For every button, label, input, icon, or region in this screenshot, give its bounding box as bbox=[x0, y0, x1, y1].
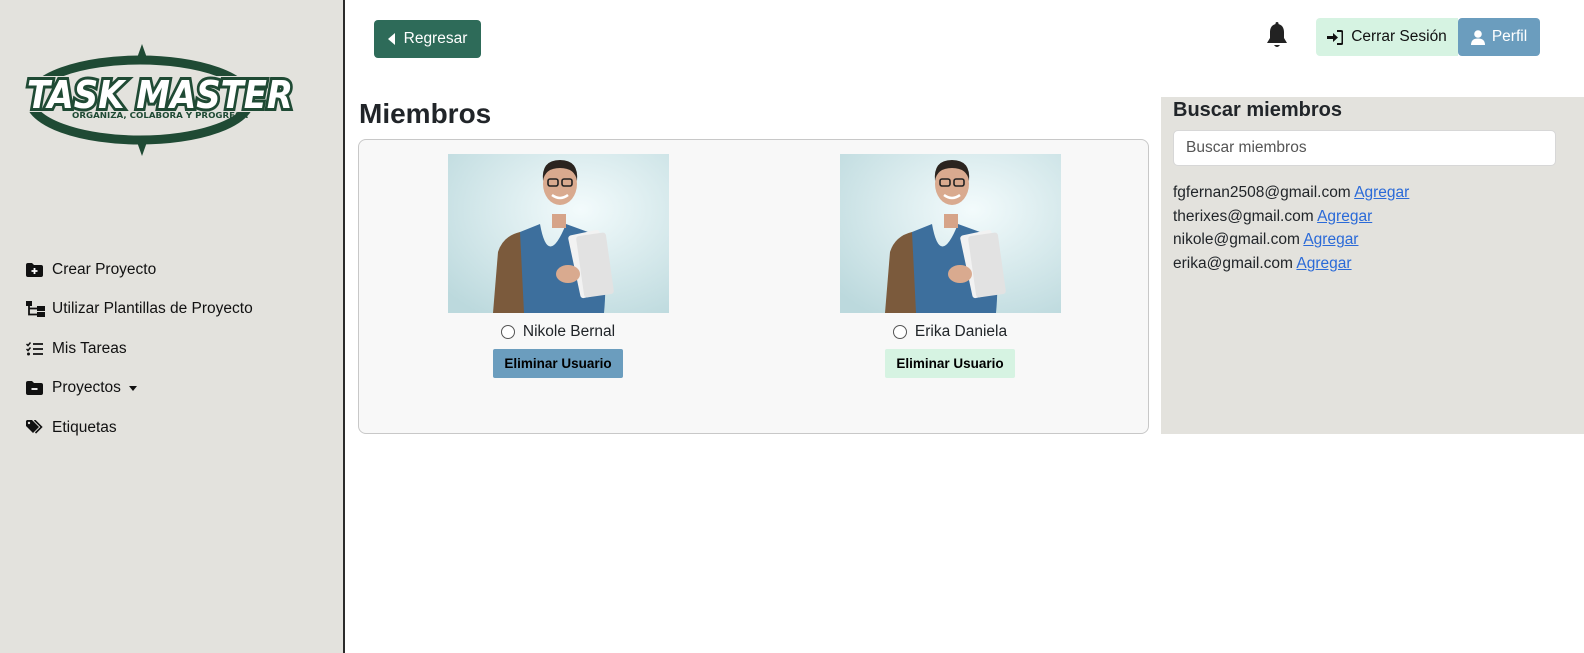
search-result-item: therixes@gmail.com Agregar bbox=[1173, 208, 1409, 232]
svg-text:ORGANIZA, COLABORA Y PROGRESA: ORGANIZA, COLABORA Y PROGRESA bbox=[72, 111, 248, 120]
result-email: therixes@gmail.com bbox=[1173, 207, 1314, 225]
sidebar-item-mis-tareas[interactable]: Mis Tareas bbox=[26, 329, 253, 369]
profile-button[interactable]: Perfil bbox=[1458, 18, 1540, 56]
back-button-label: Regresar bbox=[403, 30, 468, 47]
folder-plus-icon bbox=[26, 262, 46, 278]
task-master-logo[interactable]: TASK MASTER ORGANIZA, COLABORA Y PROGRES… bbox=[22, 42, 302, 160]
remove-user-button[interactable]: Eliminar Usuario bbox=[493, 349, 623, 378]
member-card: Erika Daniela Eliminar Usuario bbox=[839, 154, 1061, 378]
sidebar-item-crear-proyecto[interactable]: Crear Proyecto bbox=[26, 250, 253, 290]
member-name: Nikole Bernal bbox=[522, 323, 616, 340]
sitemap-icon bbox=[26, 301, 46, 318]
sidebar-item-proyectos[interactable]: Proyectos bbox=[26, 369, 253, 409]
back-button[interactable]: Regresar bbox=[374, 20, 481, 58]
member-name-row: Nikole Bernal bbox=[500, 323, 616, 341]
search-panel-title: Buscar miembros bbox=[1173, 99, 1342, 121]
sidebar-item-label: Etiquetas bbox=[52, 418, 117, 436]
search-result-item: erika@gmail.com Agregar bbox=[1173, 255, 1409, 279]
list-check-icon bbox=[26, 341, 46, 357]
member-name-row: Erika Daniela bbox=[892, 323, 1008, 341]
add-member-link[interactable]: Agregar bbox=[1303, 231, 1358, 248]
caret-left-icon bbox=[387, 33, 395, 45]
member-select-radio[interactable] bbox=[892, 325, 907, 339]
result-email: nikole@gmail.com bbox=[1173, 231, 1300, 249]
search-result-item: nikole@gmail.com Agregar bbox=[1173, 231, 1409, 255]
sidebar: TASK MASTER ORGANIZA, COLABORA Y PROGRES… bbox=[0, 0, 345, 653]
sidebar-item-label: Crear Proyecto bbox=[52, 260, 157, 278]
sidebar-item-etiquetas[interactable]: Etiquetas bbox=[26, 408, 253, 448]
search-members-panel: Buscar miembros fgfernan2508@gmail.com A… bbox=[1161, 97, 1584, 434]
member-photo bbox=[839, 154, 1061, 313]
member-card: Nikole Bernal Eliminar Usuario bbox=[447, 154, 669, 378]
profile-button-label: Perfil bbox=[1491, 28, 1528, 45]
members-panel: Nikole Bernal Eliminar Usuario Erika Dan… bbox=[358, 139, 1149, 434]
member-photo bbox=[447, 154, 669, 313]
caret-down-icon[interactable] bbox=[128, 385, 137, 391]
member-name: Erika Daniela bbox=[914, 323, 1008, 340]
search-result-item: fgfernan2508@gmail.com Agregar bbox=[1173, 184, 1409, 208]
sidebar-item-label: Proyectos bbox=[52, 379, 121, 397]
result-email: erika@gmail.com bbox=[1173, 255, 1293, 273]
sign-in-icon bbox=[1327, 29, 1344, 45]
page-title: Miembros bbox=[359, 98, 492, 129]
tags-icon bbox=[26, 420, 46, 436]
user-icon bbox=[1470, 29, 1485, 45]
result-email: fgfernan2508@gmail.com bbox=[1173, 184, 1351, 201]
sidebar-item-label: Mis Tareas bbox=[52, 339, 127, 357]
search-results-list: fgfernan2508@gmail.com Agregar therixes@… bbox=[1173, 184, 1409, 279]
sidebar-nav: Crear Proyecto Utilizar Plantillas de Pr… bbox=[26, 250, 253, 448]
logout-button-label: Cerrar Sesión bbox=[1351, 28, 1447, 45]
member-select-radio[interactable] bbox=[500, 325, 515, 339]
remove-user-button[interactable]: Eliminar Usuario bbox=[885, 349, 1015, 378]
add-member-link[interactable]: Agregar bbox=[1296, 255, 1351, 272]
bell-icon[interactable] bbox=[1265, 22, 1289, 50]
search-members-input[interactable] bbox=[1173, 130, 1556, 166]
folder-minus-icon bbox=[26, 380, 46, 396]
add-member-link[interactable]: Agregar bbox=[1317, 208, 1372, 225]
logout-button[interactable]: Cerrar Sesión bbox=[1316, 18, 1458, 56]
sidebar-item-label: Utilizar Plantillas de Proyecto bbox=[52, 300, 253, 318]
sidebar-item-plantillas[interactable]: Utilizar Plantillas de Proyecto bbox=[26, 290, 253, 330]
add-member-link[interactable]: Agregar bbox=[1354, 184, 1409, 201]
